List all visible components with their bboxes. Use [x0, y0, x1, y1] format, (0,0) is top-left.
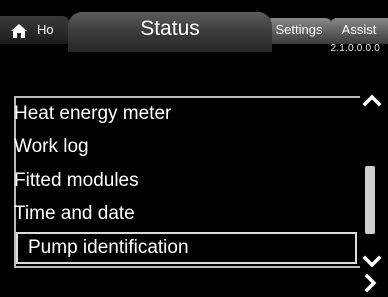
tab-bar: Ho Settings Assist Status	[0, 0, 388, 52]
chevron-right-icon[interactable]	[362, 274, 380, 292]
list-item-work-log[interactable]: Work log	[14, 132, 89, 162]
status-screen: Ho Settings Assist Status 2.1.0.0.0.0 He…	[0, 0, 388, 297]
tab-assist[interactable]: Assist	[330, 18, 388, 44]
list-item-fitted-modules[interactable]: Fitted modules	[14, 166, 139, 196]
tab-settings[interactable]: Settings	[266, 18, 332, 44]
tab-home-label: Ho	[37, 22, 54, 37]
home-icon	[11, 24, 27, 38]
chevron-up-icon[interactable]	[362, 92, 382, 108]
version-label: 2.1.0.0.0.0	[330, 43, 380, 54]
tab-home[interactable]: Ho	[0, 16, 70, 44]
tab-status[interactable]: Status	[68, 12, 272, 52]
list-item-heat-energy-meter[interactable]: Heat energy meter	[14, 99, 171, 129]
list-item-time-and-date[interactable]: Time and date	[14, 199, 135, 229]
list-item-pump-identification[interactable]: Pump identification	[16, 232, 357, 264]
scrollbar-thumb[interactable]	[365, 166, 375, 234]
chevron-down-icon[interactable]	[362, 254, 382, 270]
